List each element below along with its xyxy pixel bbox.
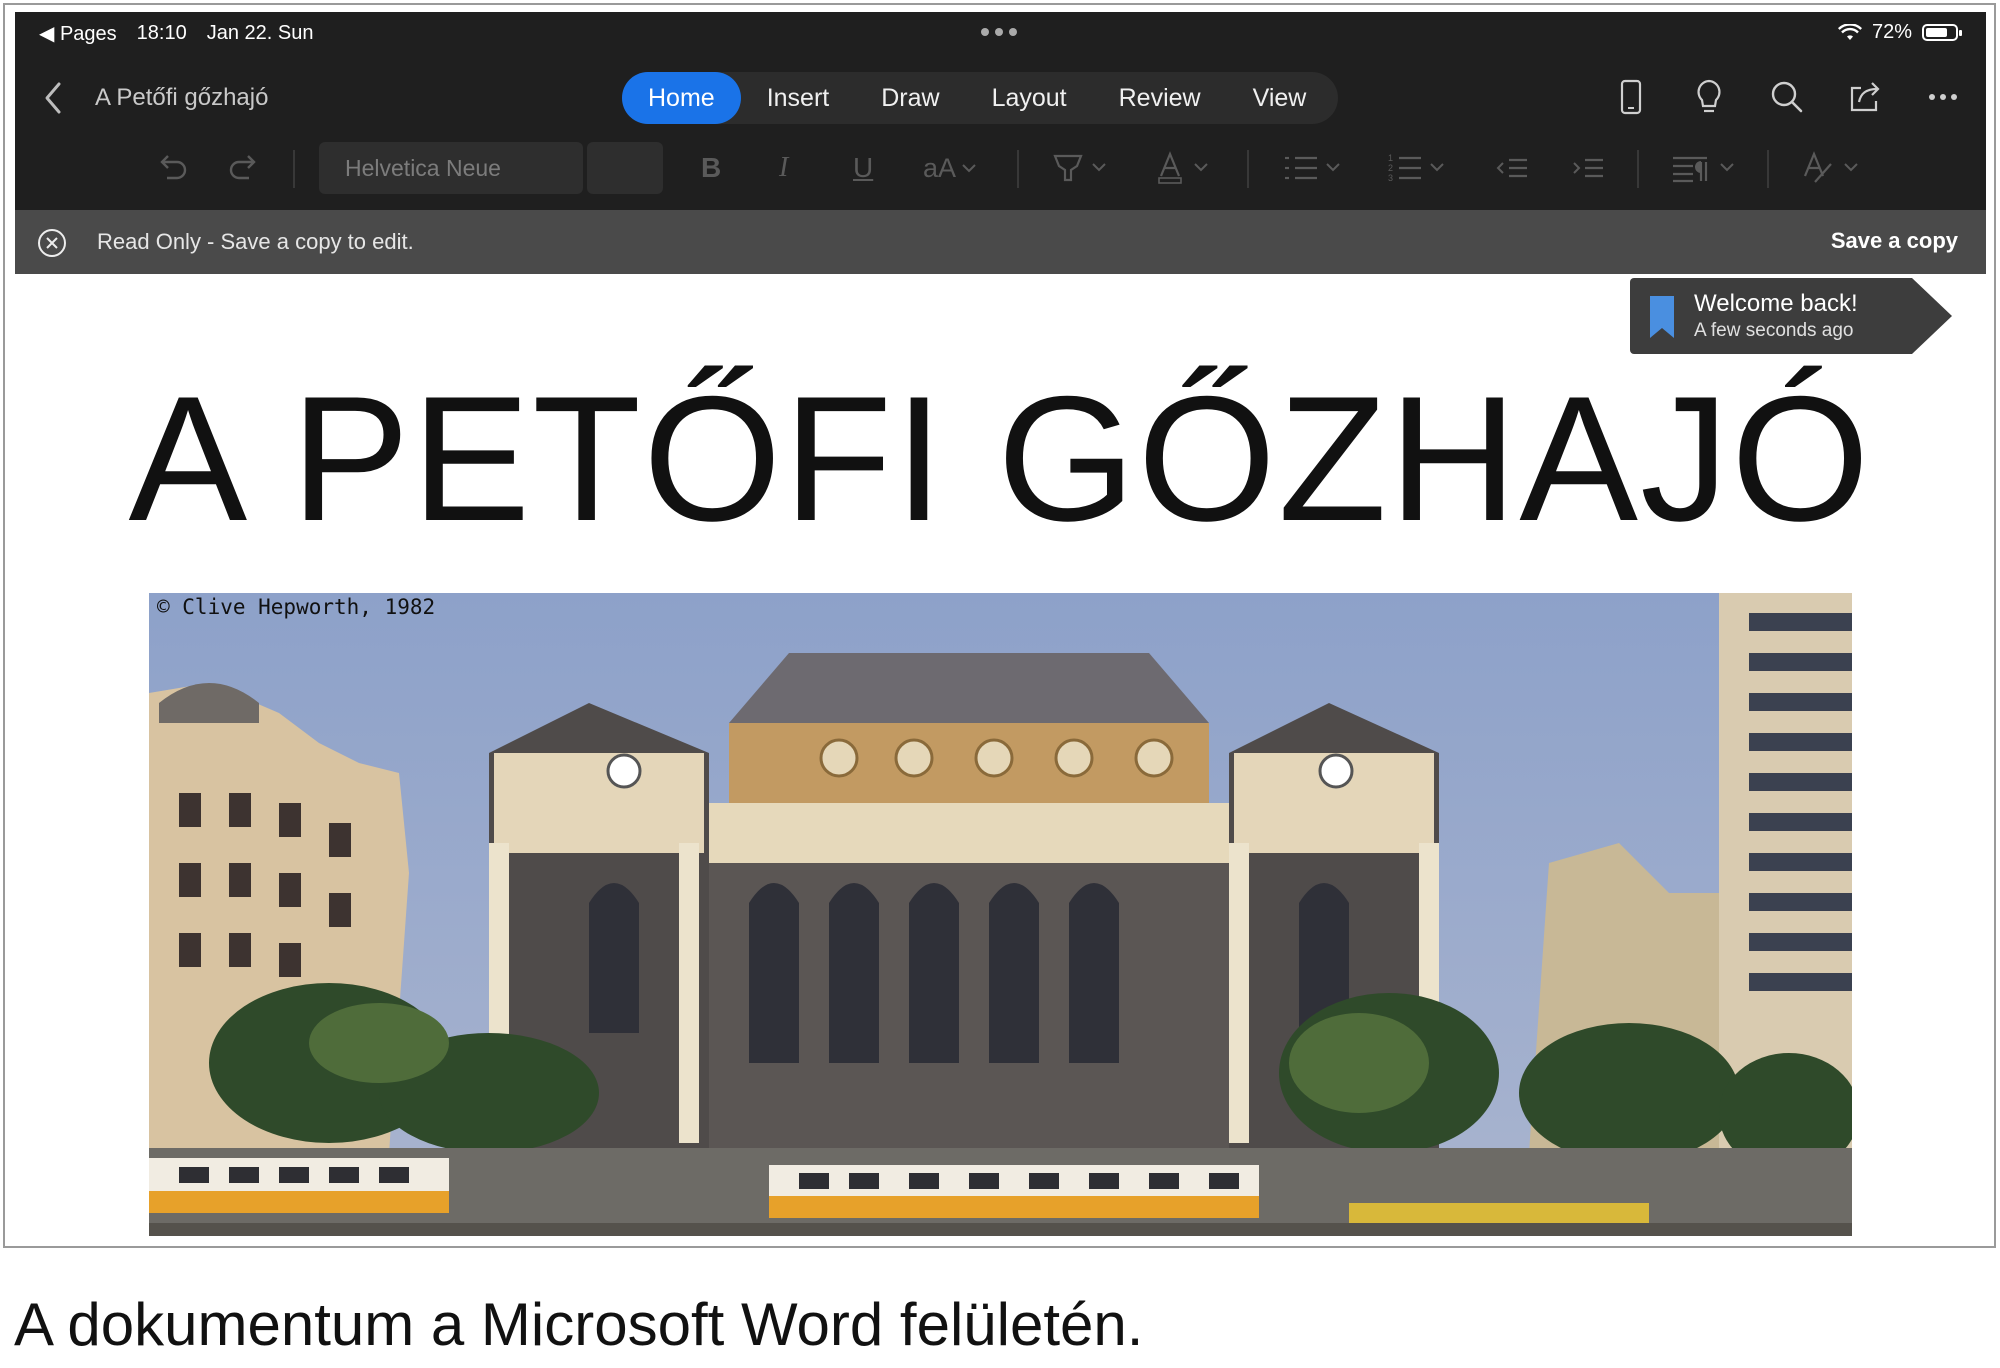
bookmark-icon — [1650, 296, 1674, 338]
tab-review[interactable]: Review — [1093, 72, 1227, 124]
vigado-building-image — [149, 593, 1852, 1236]
status-date: Jan 22. Sun — [206, 22, 314, 44]
save-a-copy-button[interactable]: Save a copy — [1831, 228, 1958, 254]
toast-subtitle: A few seconds ago — [1694, 320, 1854, 341]
welcome-back-toast[interactable]: Welcome back! A few seconds ago — [1630, 278, 1952, 354]
formatting-ribbon: Helvetica Neue B I U aA 123 — [15, 140, 1986, 196]
wifi-icon — [1837, 23, 1862, 40]
document-heading: A PETŐFI GŐZHAJÓ — [128, 359, 1872, 558]
read-only-banner: Read Only - Save a copy to edit. Save a … — [15, 210, 1986, 274]
ribbon-divider — [1017, 150, 1019, 188]
redo-icon[interactable] — [227, 148, 263, 188]
read-only-message: Read Only - Save a copy to edit. — [97, 229, 414, 254]
chevron-down-icon — [962, 164, 976, 173]
figure-caption: A dokumentum a Microsoft Word felületén. — [14, 1291, 1144, 1358]
italic-button[interactable]: I — [779, 148, 788, 188]
more-icon[interactable] — [1922, 76, 1964, 118]
tab-view[interactable]: View — [1227, 72, 1333, 124]
ribbon-divider — [1767, 150, 1769, 188]
document-title[interactable]: A Petőfi gőzhajó — [95, 84, 268, 112]
search-icon[interactable] — [1766, 76, 1808, 118]
decrease-indent-button[interactable] — [1495, 148, 1529, 188]
word-app-chrome: ◀ Pages 18:10 Jan 22. Sun 72% A Petőfi g… — [15, 12, 1986, 274]
underline-button[interactable]: U — [853, 148, 873, 188]
styles-button[interactable] — [1801, 148, 1863, 188]
highlight-button[interactable] — [1051, 148, 1113, 188]
toast-title: Welcome back! — [1694, 290, 1858, 317]
paragraph-button[interactable] — [1671, 148, 1741, 188]
multitasking-dots-icon[interactable] — [981, 28, 1017, 36]
status-time: 18:10 — [136, 22, 187, 44]
undo-icon[interactable] — [153, 148, 189, 188]
ribbon-divider — [293, 150, 295, 188]
back-to-app-link[interactable]: ◀ Pages — [39, 21, 117, 46]
photo-credit: © Clive Hepworth, 1982 — [157, 595, 436, 619]
battery-icon — [1922, 24, 1962, 41]
close-banner-icon[interactable] — [37, 228, 67, 258]
tab-insert[interactable]: Insert — [741, 72, 856, 124]
tab-layout[interactable]: Layout — [966, 72, 1093, 124]
tab-home[interactable]: Home — [622, 72, 741, 124]
font-color-button[interactable] — [1153, 148, 1215, 188]
increase-indent-button[interactable] — [1571, 148, 1605, 188]
ribbon-divider — [1247, 150, 1249, 188]
svg-text:3: 3 — [1388, 173, 1393, 183]
ribbon-tabs: Home Insert Draw Layout Review View — [622, 72, 1339, 124]
text-size-label: aA — [923, 152, 957, 183]
numbered-list-button[interactable]: 123 — [1387, 148, 1449, 188]
back-chevron-icon[interactable] — [37, 78, 71, 118]
bullet-list-button[interactable] — [1283, 148, 1345, 188]
svg-text:1: 1 — [1388, 153, 1393, 163]
font-size-field[interactable] — [587, 142, 663, 194]
text-size-button[interactable]: aA — [923, 148, 978, 188]
font-name-field[interactable]: Helvetica Neue — [319, 142, 583, 194]
svg-text:2: 2 — [1388, 163, 1393, 173]
document-photo: © Clive Hepworth, 1982 — [149, 593, 1852, 1236]
share-icon[interactable] — [1844, 76, 1886, 118]
phone-view-icon[interactable] — [1610, 76, 1652, 118]
tab-draw[interactable]: Draw — [855, 72, 965, 124]
ribbon-divider — [1637, 150, 1639, 188]
lightbulb-icon[interactable] — [1688, 76, 1730, 118]
battery-percent: 72% — [1871, 21, 1912, 43]
ios-status-bar: ◀ Pages 18:10 Jan 22. Sun 72% — [15, 12, 1986, 52]
bold-button[interactable]: B — [701, 148, 721, 188]
